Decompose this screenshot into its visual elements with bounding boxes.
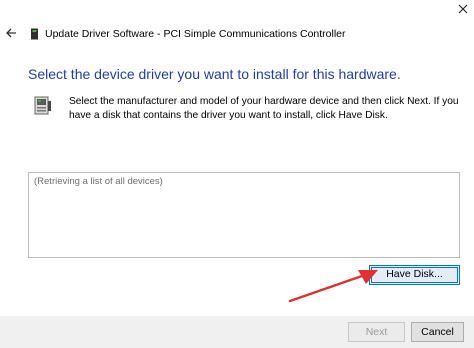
list-status-text: (Retrieving a list of all devices) <box>34 176 163 187</box>
hardware-device-icon <box>34 96 52 116</box>
instruction-text: Select the manufacturer and model of you… <box>69 96 459 121</box>
window-title: Update Driver Software - PCI Simple Comm… <box>45 28 346 40</box>
annotation-arrow <box>288 268 380 304</box>
driver-chip-icon <box>30 27 39 40</box>
back-arrow-icon[interactable] <box>4 26 18 40</box>
page-heading: Select the device driver you want to ins… <box>28 66 401 82</box>
have-disk-button[interactable]: Have Disk... <box>369 265 460 285</box>
close-icon[interactable] <box>456 2 470 16</box>
next-button[interactable]: Next <box>348 322 405 342</box>
cancel-button[interactable]: Cancel <box>411 322 464 342</box>
